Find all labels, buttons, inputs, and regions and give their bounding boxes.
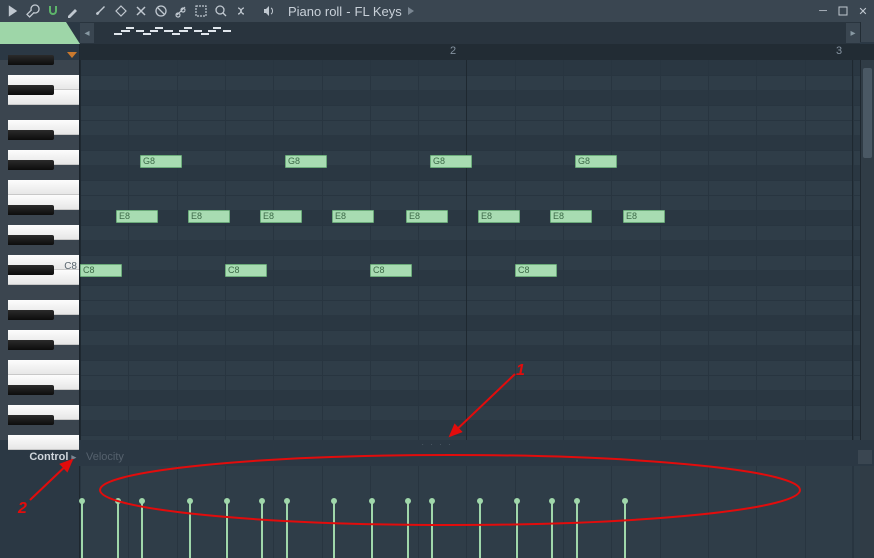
black-key[interactable]: [8, 340, 54, 350]
midi-note[interactable]: C8: [225, 264, 267, 277]
close-button[interactable]: ✕: [856, 4, 870, 18]
velocity-event[interactable]: [226, 501, 228, 558]
title-prefix: Piano roll: [288, 4, 342, 19]
scroll-left-button[interactable]: ◂: [80, 23, 94, 43]
velocity-event[interactable]: [431, 501, 433, 558]
control-lane-label[interactable]: Control ▸: [0, 451, 80, 463]
midi-note[interactable]: E8: [550, 210, 592, 223]
velocity-event[interactable]: [261, 501, 263, 558]
white-key[interactable]: [8, 360, 79, 375]
control-options-button[interactable]: [858, 450, 872, 464]
midi-note[interactable]: G8: [140, 155, 182, 168]
velocity-event[interactable]: [117, 501, 119, 558]
minimize-button[interactable]: ─: [816, 4, 830, 18]
play-icon[interactable]: [232, 2, 250, 20]
title-sep: -: [346, 4, 350, 19]
midi-note[interactable]: C8: [370, 264, 412, 277]
velocity-event[interactable]: [189, 501, 191, 558]
black-key[interactable]: [8, 310, 54, 320]
velocity-lane[interactable]: [80, 466, 860, 558]
control-chevron-icon: ▸: [71, 452, 76, 463]
magnet-icon[interactable]: [44, 2, 62, 20]
draw-pencil-icon[interactable]: [64, 2, 82, 20]
brush-icon[interactable]: [92, 2, 110, 20]
velocity-event[interactable]: [407, 501, 409, 558]
velocity-event[interactable]: [333, 501, 335, 558]
corner-swatch[interactable]: [0, 22, 80, 44]
midi-note[interactable]: E8: [116, 210, 158, 223]
maximize-button[interactable]: [836, 4, 850, 18]
window-title: Piano roll - FL Keys: [288, 2, 416, 20]
minimap[interactable]: ◂ ▸: [80, 22, 860, 44]
wrench-icon[interactable]: [24, 2, 42, 20]
scroll-right-button[interactable]: ▸: [846, 23, 860, 43]
control-sublabel[interactable]: Velocity: [86, 451, 124, 463]
velocity-event[interactable]: [624, 501, 626, 558]
timeline-ruler[interactable]: 23: [80, 44, 860, 60]
midi-note[interactable]: E8: [478, 210, 520, 223]
lane-resize-handle[interactable]: · · · ·: [0, 440, 874, 448]
midi-note[interactable]: C8: [515, 264, 557, 277]
paint-icon[interactable]: [112, 2, 130, 20]
velocity-event[interactable]: [286, 501, 288, 558]
velocity-event[interactable]: [479, 501, 481, 558]
midi-note[interactable]: G8: [430, 155, 472, 168]
page-scroll-placeholder: [860, 22, 874, 42]
speaker-icon[interactable]: [260, 2, 278, 20]
select-icon[interactable]: [192, 2, 210, 20]
midi-note[interactable]: G8: [285, 155, 327, 168]
midi-note[interactable]: E8: [260, 210, 302, 223]
title-channel: FL Keys: [355, 4, 402, 19]
velocity-event[interactable]: [141, 501, 143, 558]
white-key[interactable]: [8, 435, 79, 450]
black-key[interactable]: [8, 160, 54, 170]
velocity-event[interactable]: [551, 501, 553, 558]
title-chevron-icon[interactable]: [406, 2, 416, 20]
lane-gutter: [0, 466, 80, 558]
midi-note[interactable]: E8: [188, 210, 230, 223]
erase-icon[interactable]: [132, 2, 150, 20]
control-text: Control: [29, 451, 68, 463]
black-key[interactable]: [8, 55, 54, 65]
velocity-event[interactable]: [516, 501, 518, 558]
velocity-event[interactable]: [81, 501, 83, 558]
ruler-scroll-gap: [860, 44, 874, 60]
black-key[interactable]: [8, 235, 54, 245]
velocity-event[interactable]: [576, 501, 578, 558]
lane-scroll-gap: [860, 466, 874, 558]
black-key[interactable]: [8, 130, 54, 140]
slice-icon[interactable]: [172, 2, 190, 20]
black-key[interactable]: [8, 205, 54, 215]
black-key[interactable]: [8, 385, 54, 395]
minimap-track[interactable]: [94, 23, 846, 43]
menu-arrow-icon[interactable]: [4, 2, 22, 20]
black-key[interactable]: [8, 415, 54, 425]
black-key[interactable]: [8, 85, 54, 95]
midi-note[interactable]: E8: [332, 210, 374, 223]
scroll-thumb[interactable]: [863, 68, 872, 158]
white-key[interactable]: [8, 180, 79, 195]
titlebar: Piano roll - FL Keys ─ ✕: [0, 0, 874, 22]
note-grid[interactable]: G8 G8 G8 G8 E8 E8 E8 E8 E8 E8 E8 E8 C8 C8 C8 C8: [80, 60, 860, 440]
bar-number: 3: [836, 45, 842, 57]
midi-note[interactable]: G8: [575, 155, 617, 168]
midi-note[interactable]: E8: [623, 210, 665, 223]
key-label-c8: C8: [64, 261, 77, 272]
zoom-icon[interactable]: [212, 2, 230, 20]
black-key[interactable]: [8, 265, 54, 275]
vertical-scrollbar[interactable]: [860, 60, 874, 440]
velocity-event[interactable]: [371, 501, 373, 558]
resize-dots-icon: · · · ·: [421, 440, 452, 449]
midi-note[interactable]: E8: [406, 210, 448, 223]
midi-note[interactable]: C8: [80, 264, 122, 277]
bar-number: 2: [450, 45, 456, 57]
mute-icon[interactable]: [152, 2, 170, 20]
piano-keyboard[interactable]: C8: [0, 60, 80, 440]
